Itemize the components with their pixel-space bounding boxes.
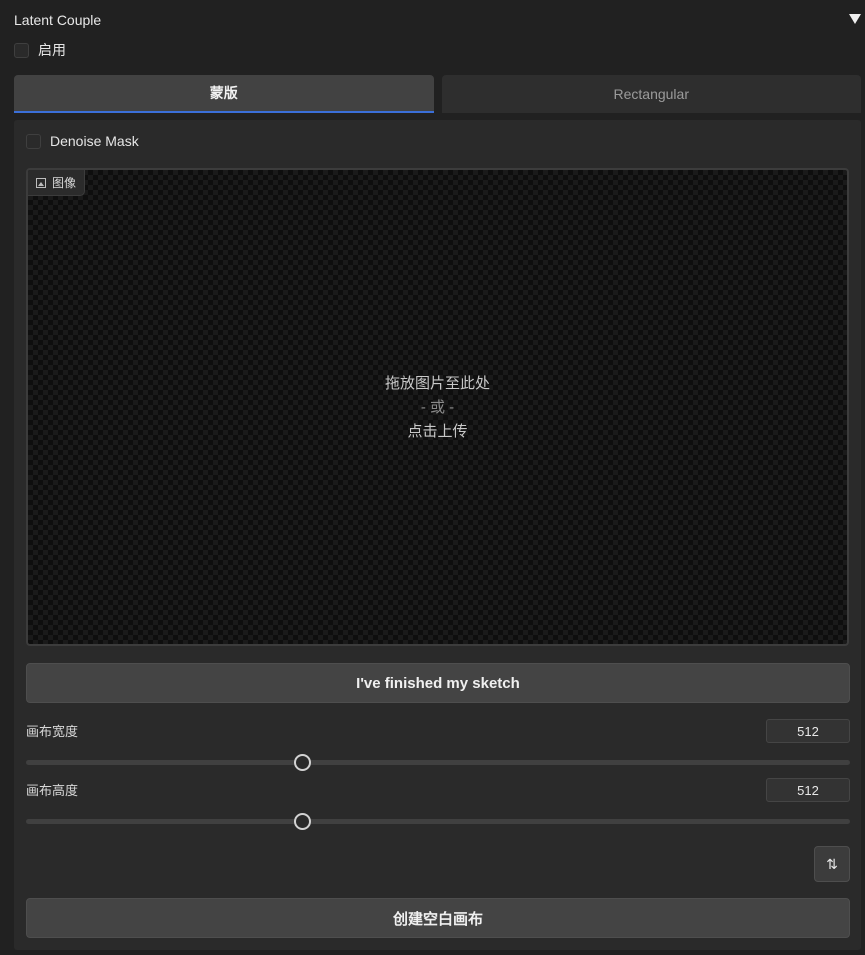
- image-label-badge: 图像: [28, 170, 86, 196]
- canvas-height-slider-thumb[interactable]: [294, 813, 312, 830]
- enable-label: 启用: [38, 42, 66, 58]
- swap-icon: ⇅: [826, 855, 838, 872]
- image-label: 图像: [52, 176, 77, 190]
- swap-dimensions-button[interactable]: ⇅: [814, 846, 850, 882]
- chevron-down-icon[interactable]: [849, 14, 861, 24]
- tab-rectangular[interactable]: Rectangular: [441, 75, 861, 113]
- latent-couple-root: Latent Couple 启用 蒙版 Rectangular Denoise …: [0, 0, 865, 955]
- enable-checkbox[interactable]: [14, 42, 29, 58]
- canvas-width-slider[interactable]: [26, 754, 850, 771]
- drop-text-line2[interactable]: 点击上传: [28, 420, 847, 444]
- drop-instructions: 拖放图片至此处 - 或 - 点击上传: [28, 372, 847, 444]
- canvas-width-label: 画布宽度: [26, 724, 79, 739]
- image-icon: [36, 177, 46, 188]
- tab-bar: 蒙版 Rectangular: [14, 75, 861, 113]
- tab-mask[interactable]: 蒙版: [14, 75, 434, 113]
- mask-panel: Denoise Mask 图像 拖放图片至此处 - 或 - 点击上传 I've …: [14, 120, 861, 950]
- finish-sketch-button[interactable]: I've finished my sketch: [26, 663, 850, 703]
- canvas-width-slider-thumb[interactable]: [294, 754, 312, 771]
- canvas-height-slider[interactable]: [26, 813, 850, 830]
- enable-row[interactable]: 启用: [14, 40, 66, 60]
- create-blank-canvas-button[interactable]: 创建空白画布: [26, 898, 850, 938]
- denoise-mask-checkbox[interactable]: [26, 133, 41, 149]
- accordion-header[interactable]: Latent Couple: [0, 0, 865, 40]
- image-upload-area[interactable]: 图像 拖放图片至此处 - 或 - 点击上传: [26, 168, 849, 646]
- denoise-mask-label: Denoise Mask: [50, 133, 139, 149]
- accordion-title: Latent Couple: [14, 12, 102, 28]
- canvas-height-input[interactable]: 512: [766, 778, 850, 802]
- canvas-width-input[interactable]: 512: [766, 719, 850, 743]
- denoise-mask-row[interactable]: Denoise Mask: [26, 133, 139, 149]
- drop-text-line1: 拖放图片至此处: [384, 375, 490, 392]
- drop-text-or: - 或 -: [420, 399, 455, 416]
- canvas-height-label: 画布高度: [26, 783, 79, 798]
